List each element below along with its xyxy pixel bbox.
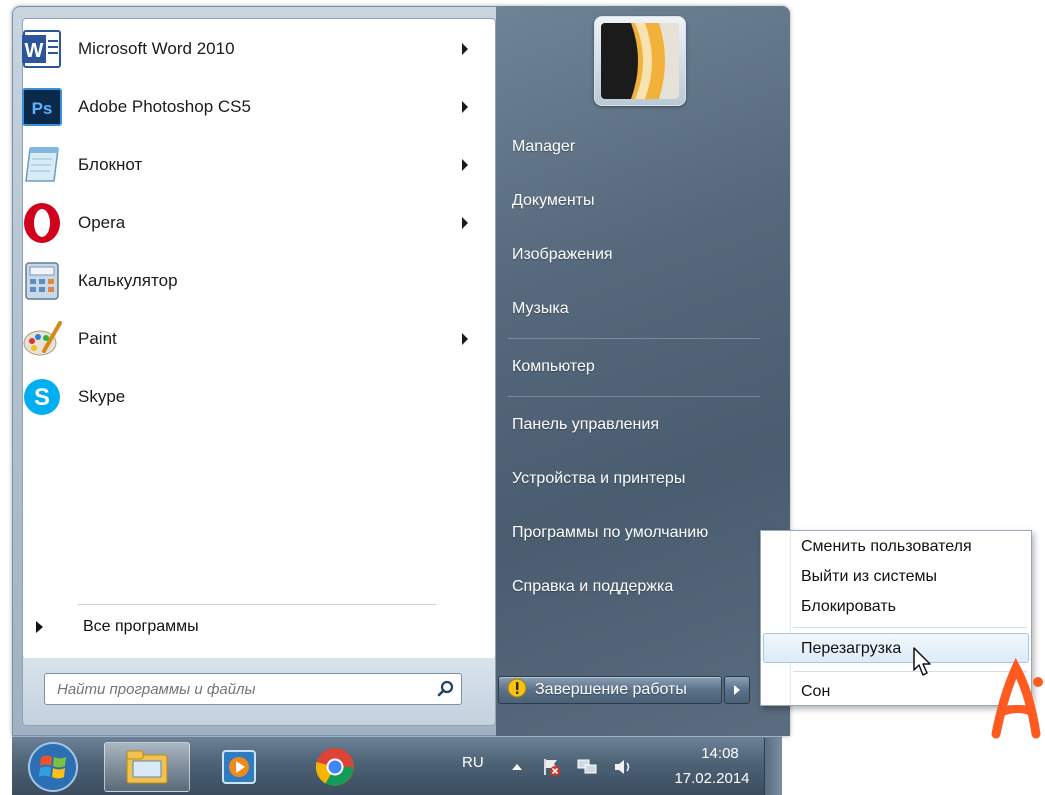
menu-item-computer[interactable]: Компьютер	[512, 358, 595, 376]
divider	[793, 627, 1027, 628]
taskbar-explorer-button[interactable]	[104, 742, 190, 792]
expand-arrow-icon	[36, 621, 43, 633]
all-programs-label: Все программы	[83, 618, 199, 635]
program-label: Adobe Photoshop CS5	[78, 97, 251, 116]
network-icon[interactable]	[576, 756, 598, 778]
media-player-icon	[222, 750, 256, 784]
menu-item-documents[interactable]: Документы	[512, 192, 594, 210]
shutdown-button[interactable]: Завершение работы	[498, 676, 722, 704]
shutdown-options-button[interactable]	[724, 676, 750, 704]
search-icon[interactable]	[431, 674, 461, 704]
program-item-word[interactable]: W Microsoft Word 2010	[20, 22, 480, 76]
start-button[interactable]	[24, 740, 82, 794]
chevron-right-icon	[734, 685, 740, 695]
warning-shield-icon	[507, 678, 527, 703]
clock-date[interactable]: 17.02.2014	[664, 770, 760, 787]
menu-item-pictures[interactable]: Изображения	[512, 246, 613, 264]
show-desktop-button[interactable]	[764, 738, 782, 795]
program-label: Opera	[78, 213, 126, 232]
avatar-image	[601, 23, 679, 99]
program-label: Блокнот	[78, 155, 143, 174]
search-box[interactable]	[44, 673, 462, 705]
menu-item-help-support[interactable]: Справка и поддержка	[512, 578, 673, 596]
search-input[interactable]	[57, 680, 431, 698]
opera-icon	[20, 201, 64, 245]
paint-icon	[20, 317, 64, 361]
program-item-opera[interactable]: Opera	[20, 196, 480, 250]
mouse-cursor-icon	[912, 646, 934, 683]
submenu-arrow-icon[interactable]	[462, 101, 468, 113]
skype-icon: S	[20, 375, 64, 419]
calculator-icon	[20, 259, 64, 303]
clock-time[interactable]: 14:08	[680, 745, 760, 762]
shutdown-label: Завершение работы	[535, 681, 687, 698]
menu-item-default-programs[interactable]: Программы по умолчанию	[512, 524, 708, 542]
word-icon: W	[20, 27, 64, 71]
divider	[508, 338, 760, 339]
submenu-item-log-off[interactable]: Выйти из системы	[801, 568, 937, 586]
program-label: Microsoft Word 2010	[78, 39, 235, 58]
brand-logo-icon	[986, 654, 1044, 749]
submenu-item-sleep[interactable]: Сон	[801, 683, 830, 701]
action-center-flag-icon[interactable]	[540, 756, 562, 778]
menu-item-devices-printers[interactable]: Устройства и принтеры	[512, 470, 685, 488]
windows-logo-icon	[28, 742, 78, 792]
file-explorer-icon	[126, 750, 168, 784]
program-item-skype[interactable]: S Skype	[20, 370, 480, 424]
menu-item-manager[interactable]: Manager	[512, 138, 575, 156]
notepad-icon	[20, 143, 64, 187]
program-label: Калькулятор	[78, 271, 178, 290]
language-indicator[interactable]: RU	[462, 754, 484, 771]
menu-item-music[interactable]: Музыка	[512, 300, 569, 318]
submenu-item-lock[interactable]: Блокировать	[801, 598, 896, 616]
submenu-arrow-icon[interactable]	[462, 43, 468, 55]
user-avatar[interactable]	[594, 16, 686, 106]
submenu-arrow-icon[interactable]	[462, 159, 468, 171]
program-item-notepad[interactable]: Блокнот	[20, 138, 480, 192]
taskbar-chrome-button[interactable]	[292, 742, 378, 792]
program-label: Paint	[78, 329, 117, 348]
program-item-paint[interactable]: Paint	[20, 312, 480, 366]
menu-item-control-panel[interactable]: Панель управления	[512, 416, 659, 434]
svg-text:Ps: Ps	[32, 99, 53, 118]
submenu-arrow-icon[interactable]	[462, 217, 468, 229]
divider	[508, 396, 760, 397]
svg-text:S: S	[34, 384, 50, 411]
program-item-calculator[interactable]: Калькулятор	[20, 254, 480, 308]
volume-icon[interactable]	[612, 756, 634, 778]
photoshop-icon: Ps	[20, 85, 64, 129]
program-label: Skype	[78, 387, 126, 406]
divider	[78, 604, 436, 605]
taskbar-media-player-button[interactable]	[196, 742, 282, 792]
submenu-item-restart[interactable]: Перезагрузка	[801, 640, 901, 658]
submenu-item-switch-user[interactable]: Сменить пользователя	[801, 538, 972, 556]
submenu-arrow-icon[interactable]	[462, 333, 468, 345]
tray-expand-icon[interactable]	[506, 756, 528, 778]
all-programs-button[interactable]: Все программы	[36, 618, 199, 636]
program-item-photoshop[interactable]: Ps Adobe Photoshop CS5	[20, 80, 480, 134]
svg-text:W: W	[25, 40, 44, 62]
chrome-icon	[315, 748, 354, 786]
